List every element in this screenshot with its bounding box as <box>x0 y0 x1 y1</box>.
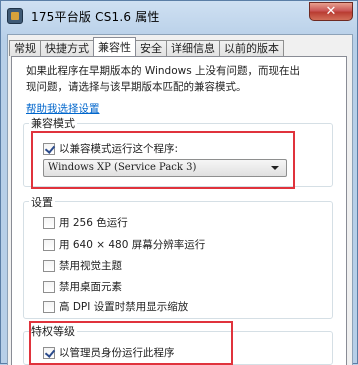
run-as-admin-row[interactable]: 以管理员身份运行此程序 <box>43 345 175 360</box>
option-640x480[interactable]: 用 640 × 480 屏幕分辨率运行 <box>43 237 205 252</box>
run-as-admin-label: 以管理员身份运行此程序 <box>59 347 175 359</box>
option-high-dpi-checkbox[interactable] <box>43 300 55 313</box>
option-256-colors-label: 用 256 色运行 <box>59 217 128 229</box>
tab-general[interactable]: 常规 <box>9 40 41 56</box>
tab-compatibility[interactable]: 兼容性 <box>93 37 136 56</box>
properties-window: 175平台版 CS1.6 属性 ✕ 常规 快捷方式 兼容性 安全 详细信息 以前… <box>0 0 358 365</box>
option-256-colors[interactable]: 用 256 色运行 <box>43 215 128 230</box>
chevron-down-icon <box>271 166 279 170</box>
os-version-selected: Windows XP (Service Pack 3) <box>48 162 197 173</box>
close-button[interactable]: ✕ <box>309 2 353 21</box>
option-high-dpi[interactable]: 高 DPI 设置时禁用显示缩放 <box>43 299 188 314</box>
tab-strip: 常规 快捷方式 兼容性 安全 详细信息 以前的版本 <box>9 37 284 56</box>
compat-mode-checkbox-label: 以兼容模式运行这个程序: <box>59 143 179 155</box>
option-640x480-label: 用 640 × 480 屏幕分辨率运行 <box>59 239 206 251</box>
option-disable-desktop-label: 禁用桌面元素 <box>59 281 122 293</box>
title-bar[interactable]: 175平台版 CS1.6 属性 ✕ <box>1 1 358 31</box>
help-link[interactable]: 帮助我选择设置 <box>26 101 100 116</box>
option-disable-themes-label: 禁用视觉主题 <box>59 260 122 272</box>
option-disable-themes-checkbox[interactable] <box>43 259 55 272</box>
compat-mode-checkbox-row[interactable]: 以兼容模式运行这个程序: <box>43 141 178 156</box>
tab-shortcut[interactable]: 快捷方式 <box>40 40 94 56</box>
compat-mode-label: 兼容模式 <box>29 115 77 131</box>
window-title: 175平台版 CS1.6 属性 <box>31 10 160 24</box>
info-line-2: 现问题，请选择与该早期版本匹配的兼容模式。 <box>26 81 247 93</box>
option-disable-desktop-checkbox[interactable] <box>43 280 55 293</box>
option-256-colors-checkbox[interactable] <box>43 216 55 229</box>
info-line-1: 如果此程序在早期版本的 Windows 上没有问题，而现在出 <box>26 65 301 77</box>
run-as-admin-checkbox[interactable] <box>43 346 55 359</box>
os-version-select[interactable]: Windows XP (Service Pack 3) <box>43 159 287 177</box>
tab-details[interactable]: 详细信息 <box>166 40 220 56</box>
option-640x480-checkbox[interactable] <box>43 238 55 251</box>
option-high-dpi-label: 高 DPI 设置时禁用显示缩放 <box>59 301 189 313</box>
app-icon <box>7 8 23 24</box>
tab-previous-versions[interactable]: 以前的版本 <box>219 40 284 56</box>
option-disable-themes[interactable]: 禁用视觉主题 <box>43 258 122 273</box>
info-text: 如果此程序在早期版本的 Windows 上没有问题，而现在出 现问题，请选择与该… <box>26 63 326 95</box>
tab-security[interactable]: 安全 <box>135 40 167 56</box>
compat-mode-checkbox[interactable] <box>43 142 55 155</box>
option-disable-desktop[interactable]: 禁用桌面元素 <box>43 279 122 294</box>
settings-label: 设置 <box>29 194 55 210</box>
